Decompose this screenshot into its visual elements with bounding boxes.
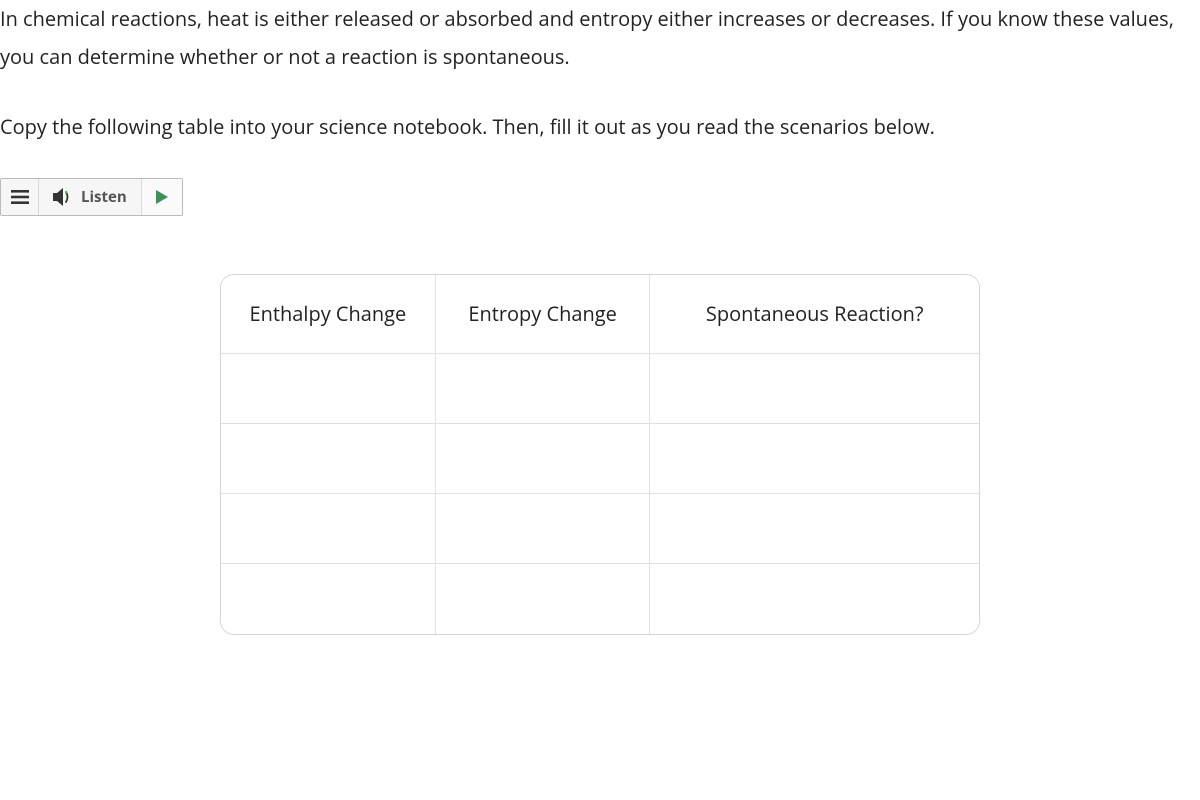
listen-widget: Listen: [0, 178, 183, 216]
table-cell: [650, 564, 979, 634]
instruction-paragraph: Copy the following table into your scien…: [0, 108, 1200, 146]
table-row: [221, 494, 979, 564]
play-button[interactable]: [142, 179, 182, 215]
table-cell: [221, 564, 436, 634]
listen-menu-button[interactable]: [1, 179, 39, 215]
listen-label: Listen: [81, 183, 127, 212]
intro-paragraph: In chemical reactions, heat is either re…: [0, 0, 1200, 76]
header-spontaneous: Spontaneous Reaction?: [650, 275, 979, 354]
table-cell: [436, 424, 651, 494]
speaker-icon: [53, 188, 73, 206]
table-container: Enthalpy Change Entropy Change Spontaneo…: [0, 274, 1200, 635]
table-cell: [221, 354, 436, 424]
table-row: [221, 424, 979, 494]
table-cell: [436, 564, 651, 634]
table-header-row: Enthalpy Change Entropy Change Spontaneo…: [221, 275, 979, 354]
table-cell: [221, 494, 436, 564]
table-cell: [650, 424, 979, 494]
header-enthalpy: Enthalpy Change: [221, 275, 436, 354]
table-cell: [650, 354, 979, 424]
table-cell: [221, 424, 436, 494]
table-cell: [436, 354, 651, 424]
listen-button[interactable]: Listen: [39, 179, 142, 215]
table-row: [221, 564, 979, 634]
table-row: [221, 354, 979, 424]
reaction-table: Enthalpy Change Entropy Change Spontaneo…: [220, 274, 980, 635]
header-entropy: Entropy Change: [436, 275, 651, 354]
hamburger-icon: [11, 190, 29, 204]
table-cell: [650, 494, 979, 564]
table-cell: [436, 494, 651, 564]
play-icon: [156, 190, 168, 204]
